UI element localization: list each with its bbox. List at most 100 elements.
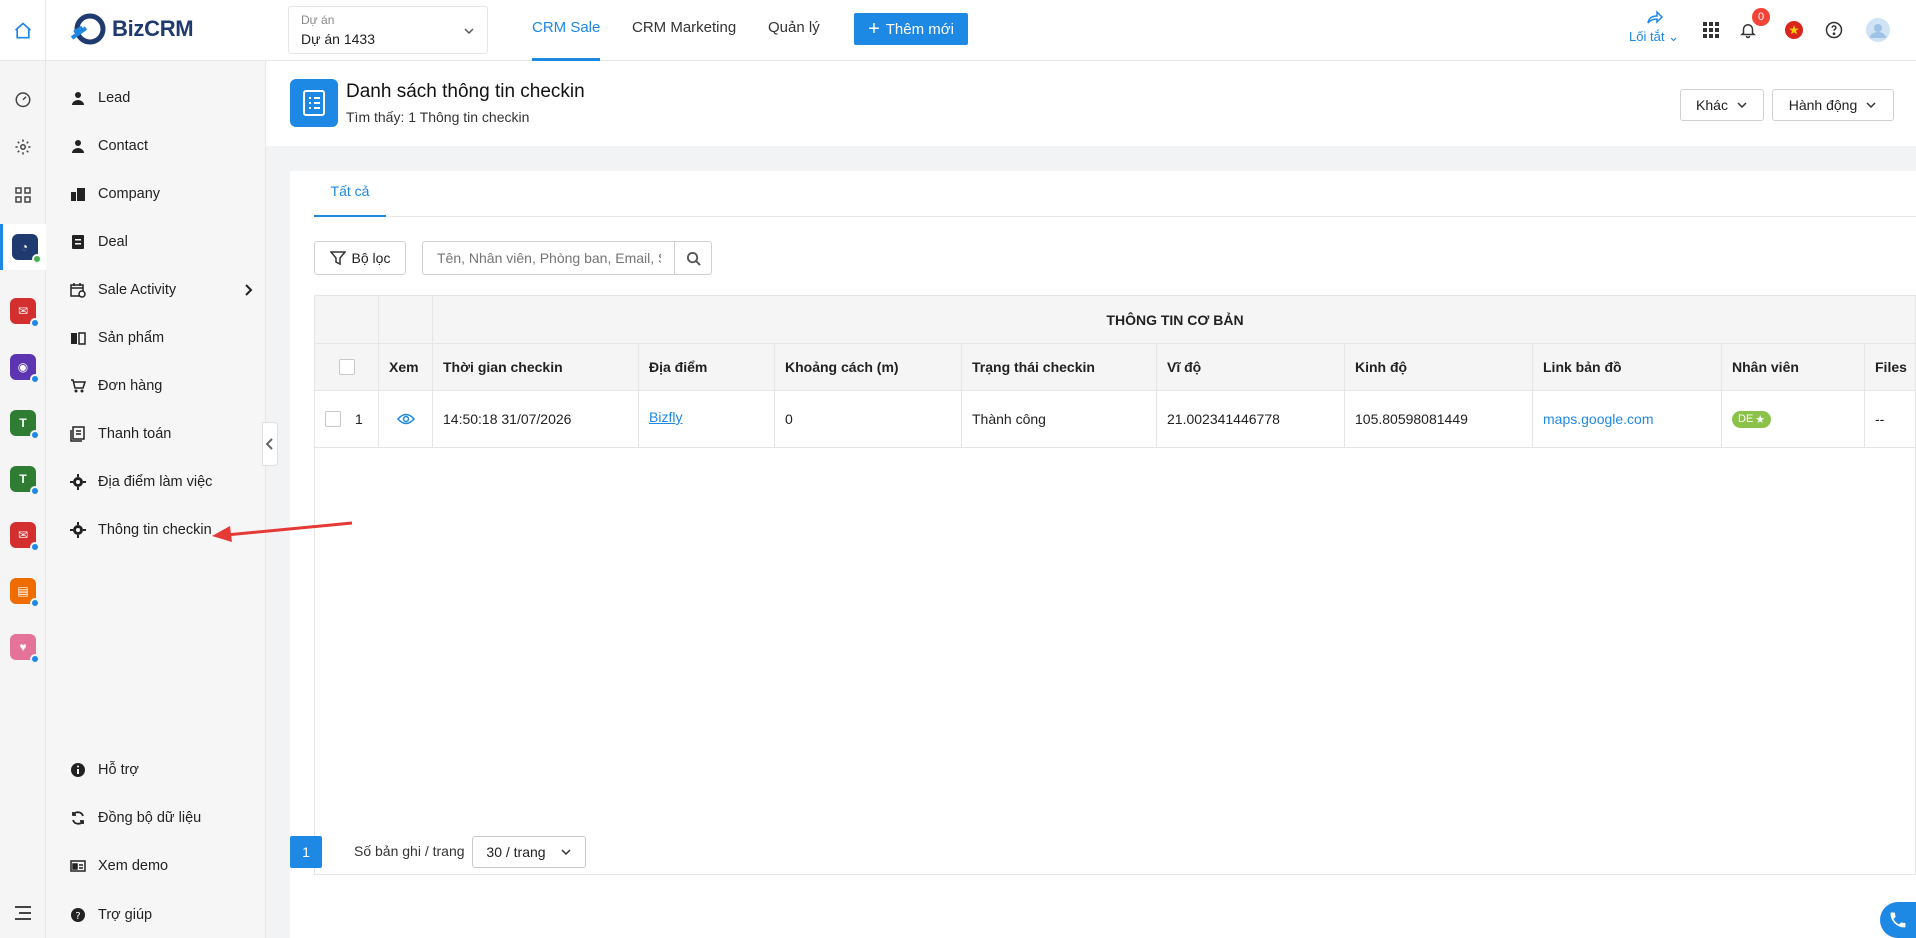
share-arrow-icon	[1647, 10, 1664, 24]
document-icon	[72, 235, 84, 249]
sidebar-item-deal[interactable]: Deal	[70, 227, 128, 257]
settings-icon	[15, 139, 31, 155]
tab-all[interactable]: Tất cả	[314, 171, 386, 217]
map-link[interactable]: maps.google.com	[1543, 411, 1654, 427]
help-button[interactable]	[1822, 18, 1846, 42]
main-content: Danh sách thông tin checkin Tìm thấy: 1 …	[266, 61, 1916, 938]
filter-button[interactable]: Bộ lọc	[314, 241, 406, 275]
rail-green-app-1[interactable]: T	[0, 403, 46, 443]
table-row[interactable]: 1 14:50:18 31/07/2026 Bizfly 0 Thành côn…	[315, 391, 1915, 448]
home-button[interactable]	[0, 0, 46, 61]
filter-label: Bộ lọc	[351, 250, 391, 266]
cell-location: Bizfly	[639, 391, 775, 447]
page-number-current[interactable]: 1	[290, 836, 322, 868]
add-new-label: Thêm mới	[885, 20, 954, 38]
svg-text:?: ?	[75, 911, 80, 922]
search-icon	[686, 251, 701, 266]
header-time[interactable]: Thời gian checkin	[433, 344, 639, 390]
page-header: Danh sách thông tin checkin Tìm thấy: 1 …	[266, 61, 1916, 146]
row-index: 1	[355, 411, 363, 427]
gear-icon	[70, 474, 86, 490]
employee-badge[interactable]: DE ★	[1732, 410, 1772, 428]
cell-distance: 0	[775, 391, 962, 447]
cell-lng: 105.80598081449	[1345, 391, 1533, 447]
help-icon: ?	[71, 908, 85, 922]
language-button[interactable]	[1782, 18, 1806, 42]
rail-menu[interactable]	[0, 893, 46, 933]
avatar-icon	[1866, 18, 1890, 42]
sidebar-item-label: Trợ giúp	[98, 907, 153, 923]
cell-status: Thành công	[962, 391, 1157, 447]
sidebar-item-contact[interactable]: Contact	[70, 131, 148, 161]
shortcut-button[interactable]: Lối tắt ⌄	[1626, 10, 1682, 45]
header-files[interactable]: Files	[1865, 344, 1915, 390]
header-employee[interactable]: Nhân viên	[1722, 344, 1865, 390]
page-title: Danh sách thông tin checkin	[346, 81, 585, 102]
rail-dashboard[interactable]	[0, 79, 46, 119]
add-new-button[interactable]: + Thêm mới	[854, 13, 968, 45]
per-page-select[interactable]: 30 / trang	[472, 836, 586, 868]
header-lat[interactable]: Vĩ độ	[1157, 344, 1345, 390]
sidebar-item-lead[interactable]: Lead	[70, 83, 130, 113]
rail-settings[interactable]	[0, 127, 46, 167]
select-all-checkbox[interactable]	[338, 359, 355, 375]
sidebar-item-xem-demo[interactable]: Xem demo	[70, 851, 168, 881]
rail-green-app-2[interactable]: T	[0, 459, 46, 499]
sidebar-item-label: Company	[98, 186, 161, 202]
pink-app-icon: ♥	[10, 634, 40, 664]
sidebar-item-label: Hỗ trợ	[98, 762, 139, 778]
tab-quan-ly[interactable]: Quản lý	[768, 0, 820, 61]
rail-eye-app[interactable]: ◉	[0, 347, 46, 387]
app-logo[interactable]: BizCRM	[70, 12, 194, 46]
rail-crm-app[interactable]: ◔	[0, 224, 46, 270]
user-avatar[interactable]	[1866, 18, 1890, 42]
logo-icon	[70, 13, 106, 45]
green-app-icon: T	[10, 466, 40, 496]
sidebar-item-dia-diem-lam-viec[interactable]: Địa điểm làm việc	[70, 467, 212, 497]
sidebar-item-sale-activity[interactable]: Sale Activity	[70, 275, 256, 305]
other-button[interactable]: Khác	[1680, 89, 1764, 121]
rail-orange-app[interactable]: ▤	[0, 571, 46, 611]
header-status[interactable]: Trạng thái checkin	[962, 344, 1157, 390]
tab-crm-marketing[interactable]: CRM Marketing	[632, 0, 736, 61]
phone-call-button[interactable]	[1880, 902, 1916, 938]
action-button[interactable]: Hành động	[1772, 89, 1894, 121]
sidebar-item-company[interactable]: Company	[70, 179, 160, 209]
header-distance[interactable]: Khoảng cách (m)	[775, 344, 962, 390]
sidebar-item-don-hang[interactable]: Đơn hàng	[70, 371, 162, 401]
sidebar-item-thanh-toan[interactable]: Thanh toán	[70, 419, 171, 449]
sidebar-item-dong-bo[interactable]: Đồng bộ dữ liệu	[70, 803, 201, 833]
rail-grid[interactable]	[0, 175, 46, 215]
tab-crm-sale[interactable]: CRM Sale	[532, 0, 601, 61]
sidebar-item-ho-tro[interactable]: Hỗ trợ	[70, 755, 139, 785]
cell-map-link: maps.google.com	[1533, 391, 1722, 447]
rail-mail-app-2[interactable]: ✉	[0, 515, 46, 555]
row-select-cell: 1	[315, 391, 379, 447]
header-lng[interactable]: Kinh độ	[1345, 344, 1533, 390]
eye-icon[interactable]	[396, 413, 415, 425]
location-link[interactable]: Bizfly	[649, 409, 682, 425]
rail-mail-app[interactable]: ✉	[0, 291, 46, 331]
page-subtitle: Tìm thấy: 1 Thông tin checkin	[346, 109, 530, 125]
apps-grid-button[interactable]	[1699, 18, 1723, 42]
sidebar-item-tro-giup[interactable]: ? Trợ giúp	[70, 900, 152, 930]
rail-pink-app[interactable]: ♥	[0, 627, 46, 667]
header-location[interactable]: Địa điểm	[639, 344, 775, 390]
sidebar-item-label: Thông tin checkin	[98, 522, 212, 538]
other-label: Khác	[1696, 97, 1728, 113]
cart-icon	[71, 379, 86, 393]
cell-lat: 21.002341446778	[1157, 391, 1345, 447]
project-select[interactable]: Dự án Dự án 1433	[288, 6, 488, 54]
sidebar-item-san-pham[interactable]: Sản phẩm	[70, 323, 164, 353]
project-value: Dự án 1433	[301, 31, 375, 47]
home-icon	[14, 21, 31, 38]
gear-icon	[70, 522, 86, 538]
filter-icon	[329, 251, 346, 266]
search-input[interactable]	[422, 241, 676, 275]
header-map-link[interactable]: Link bản đồ	[1533, 344, 1722, 390]
shortcut-label: Lối tắt ⌄	[1629, 29, 1679, 44]
row-checkbox[interactable]	[325, 411, 341, 427]
sidebar-item-thong-tin-checkin[interactable]: Thông tin checkin	[70, 515, 212, 545]
search-button[interactable]	[674, 241, 712, 275]
annotation-arrow	[212, 521, 353, 542]
